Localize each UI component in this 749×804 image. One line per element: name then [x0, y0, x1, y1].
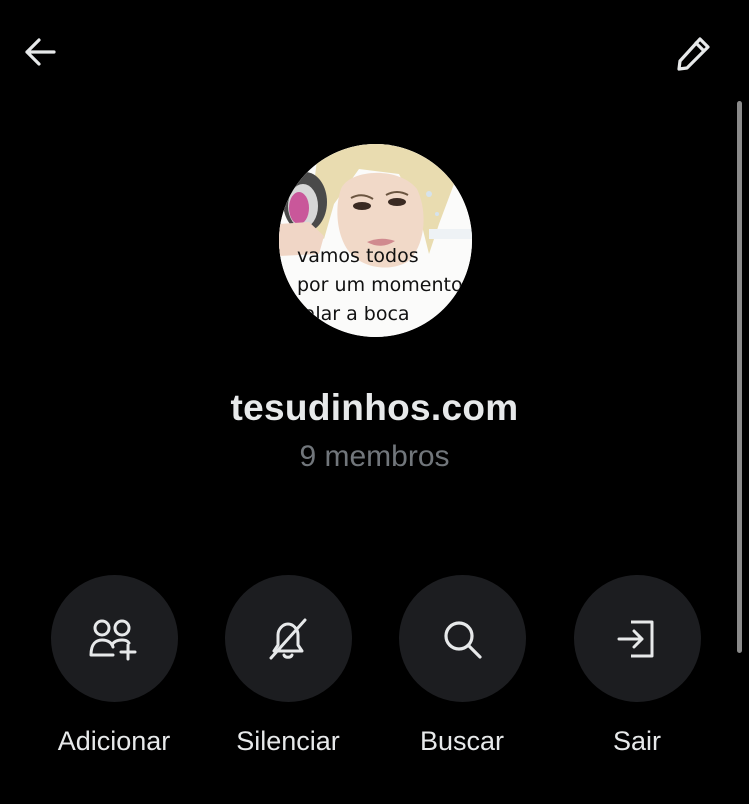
pencil-icon	[677, 37, 710, 71]
bell-off-icon	[269, 618, 307, 659]
search-icon	[444, 620, 482, 659]
member-count[interactable]: 9 membros	[0, 440, 749, 474]
leave-circle[interactable]	[573, 575, 701, 702]
mute-label: Silenciar	[236, 726, 340, 756]
search-button[interactable]: Buscar	[377, 575, 547, 757]
edit-button[interactable]	[670, 29, 718, 77]
add-members-button[interactable]: Adicionar	[29, 575, 199, 757]
scrollbar[interactable]	[737, 101, 742, 653]
back-button[interactable]	[18, 30, 62, 74]
mute-circle[interactable]	[224, 575, 352, 702]
add-people-icon	[89, 619, 137, 660]
exit-icon	[617, 620, 654, 657]
search-circle[interactable]	[398, 575, 526, 702]
avatar-caption: vamos todos por um momento falar a boca	[297, 245, 463, 325]
group-avatar[interactable]: vamos todos por um momento falar a boca	[279, 144, 472, 337]
add-members-label: Adicionar	[57, 726, 171, 756]
leave-button[interactable]: Sair	[552, 575, 722, 757]
mute-button[interactable]: Silenciar	[203, 575, 373, 757]
arrow-left-icon	[25, 38, 56, 66]
add-members-circle[interactable]	[50, 575, 178, 702]
leave-label: Sair	[612, 726, 661, 756]
search-label: Buscar	[419, 726, 505, 756]
group-name: tesudinhos.com	[230, 387, 519, 428]
